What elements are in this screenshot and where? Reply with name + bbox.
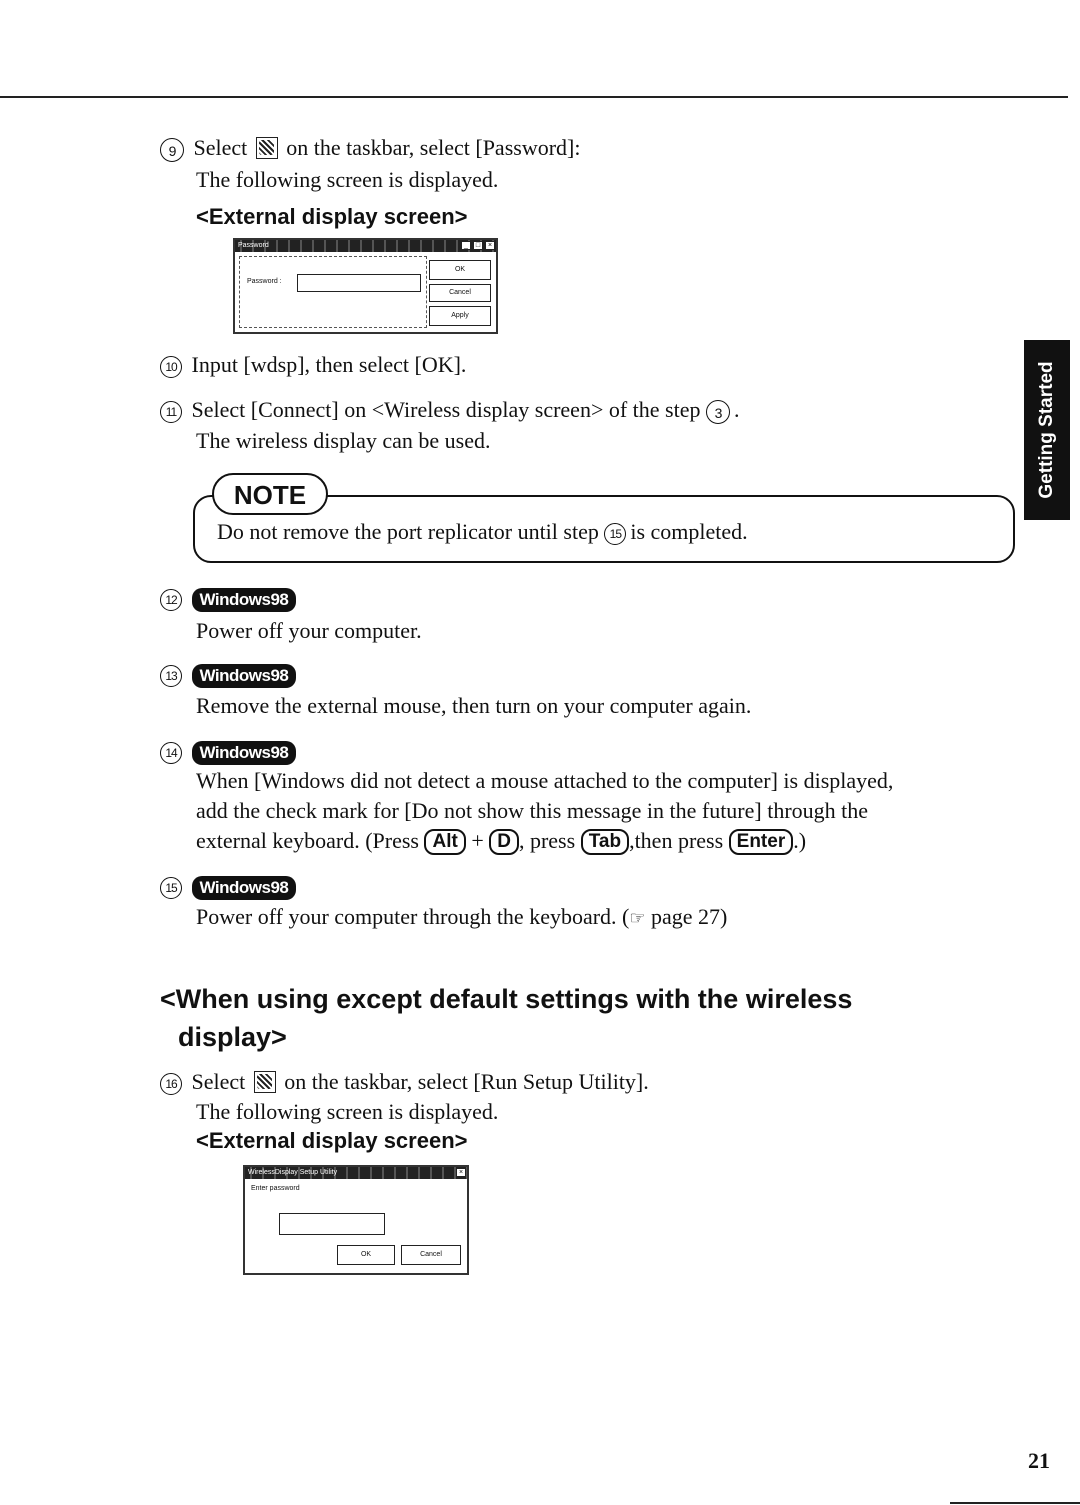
plus-sign: + bbox=[471, 828, 484, 853]
dialog-group bbox=[239, 256, 427, 328]
cancel-button[interactable]: Cancel bbox=[429, 284, 491, 302]
key-tab: Tab bbox=[580, 829, 630, 855]
ok-button[interactable]: OK bbox=[337, 1245, 395, 1265]
side-tab-label: Getting Started bbox=[1036, 361, 1057, 499]
bottom-rule bbox=[950, 1502, 1080, 1504]
step-text: Select [Connect] on <Wireless display sc… bbox=[191, 397, 701, 422]
top-rule bbox=[0, 96, 1068, 98]
step-number: 11 bbox=[160, 400, 182, 423]
step-12-text: Power off your computer. bbox=[196, 618, 422, 643]
windows98-badge: Windows98 bbox=[191, 663, 297, 688]
step-14-line2: add the check mark for [Do not show this… bbox=[196, 798, 869, 823]
step-text: Power off your computer through the keyb… bbox=[196, 904, 630, 929]
step-text: ,then press bbox=[629, 828, 724, 853]
windows98-badge: Windows98 bbox=[191, 875, 297, 900]
step-number: 13 bbox=[160, 664, 182, 687]
windows98-badge: Windows98 bbox=[191, 740, 297, 765]
windows98-badge: Windows98 bbox=[191, 587, 297, 612]
step-text: external keyboard. (Press bbox=[196, 828, 419, 853]
step-15: 15 Windows98 bbox=[160, 871, 297, 901]
close-icon[interactable]: × bbox=[456, 1168, 466, 1177]
setup-utility-dialog: WirelessDisplay Setup Utility × Enter pa… bbox=[243, 1165, 469, 1275]
key-d: D bbox=[489, 829, 519, 855]
password-dialog: Password _ □ × Password : OK Cancel Appl… bbox=[233, 238, 498, 334]
close-icon[interactable]: × bbox=[485, 241, 495, 250]
step-14-line1: When [Windows did not detect a mouse att… bbox=[196, 768, 894, 793]
key-alt: Alt bbox=[424, 829, 466, 855]
step-text: on the taskbar, select [Run Setup Utilit… bbox=[284, 1069, 649, 1094]
step-number: 12 bbox=[160, 588, 182, 611]
step-14-line3: external keyboard. (Press Alt + D, press… bbox=[196, 826, 806, 856]
step-text: .) bbox=[793, 828, 807, 853]
ok-button[interactable]: OK bbox=[429, 260, 491, 280]
step-reference: 3 bbox=[706, 399, 730, 424]
page-reference-link[interactable]: page 27) bbox=[651, 904, 727, 929]
dialog-title: WirelessDisplay Setup Utility bbox=[248, 1169, 338, 1176]
note-text-part: is completed. bbox=[630, 519, 748, 544]
step-16-line2: The following screen is displayed. bbox=[196, 1099, 499, 1124]
step-9: 9 Select on the taskbar, select [Passwor… bbox=[160, 133, 580, 163]
step-15-text: Power off your computer through the keyb… bbox=[196, 902, 727, 933]
step-10: 10 Input [wdsp], then select [OK]. bbox=[160, 350, 466, 380]
dialog-titlebar: WirelessDisplay Setup Utility × bbox=[245, 1167, 467, 1179]
dialog-title: Password bbox=[238, 242, 269, 249]
step-text: on the taskbar, select [Password]: bbox=[286, 135, 581, 160]
step-number: 14 bbox=[160, 741, 182, 764]
step-text: Select bbox=[191, 1069, 246, 1094]
wireless-display-taskbar-icon bbox=[255, 137, 278, 159]
note-badge: NOTE bbox=[212, 473, 328, 515]
note-text: Do not remove the port replicator until … bbox=[217, 517, 748, 547]
subheading-external-display: <External display screen> bbox=[196, 204, 468, 229]
dialog-titlebar: Password _ □ × bbox=[235, 240, 496, 252]
step-text: , press bbox=[518, 828, 576, 853]
section-side-tab: Getting Started bbox=[1024, 340, 1070, 520]
step-reference: 15 bbox=[604, 522, 627, 545]
step-11-line2: The wireless display can be used. bbox=[196, 428, 491, 453]
pointing-hand-icon: ☞ bbox=[629, 908, 646, 928]
step-16: 16 Select on the taskbar, select [Run Se… bbox=[160, 1067, 649, 1097]
step-9-line2: The following screen is displayed. bbox=[196, 167, 499, 192]
subheading-external-display-2: <External display screen> bbox=[196, 1128, 468, 1153]
step-13-text: Remove the external mouse, then turn on … bbox=[196, 693, 752, 718]
minimize-icon[interactable]: _ bbox=[461, 241, 471, 250]
step-number: 10 bbox=[160, 355, 182, 378]
page-number: 21 bbox=[1028, 1448, 1050, 1473]
step-14: 14 Windows98 bbox=[160, 736, 297, 766]
enter-password-label: Enter password bbox=[251, 1185, 300, 1192]
step-13: 13 Windows98 bbox=[160, 659, 297, 689]
step-number: 9 bbox=[160, 137, 184, 162]
section-heading-line1: <When using except default settings with… bbox=[160, 984, 853, 1014]
step-number: 15 bbox=[160, 876, 182, 899]
step-12: 12 Windows98 bbox=[160, 583, 297, 613]
step-text: Input [wdsp], then select [OK]. bbox=[191, 352, 467, 377]
step-text: Select bbox=[193, 135, 248, 160]
password-input[interactable] bbox=[297, 274, 421, 292]
apply-button[interactable]: Apply bbox=[429, 306, 491, 326]
cancel-button[interactable]: Cancel bbox=[401, 1245, 461, 1265]
step-11: 11 Select [Connect] on <Wireless display… bbox=[160, 395, 740, 425]
key-enter: Enter bbox=[728, 829, 794, 855]
step-text-end: . bbox=[734, 397, 740, 422]
password-label: Password : bbox=[247, 278, 282, 285]
maximize-icon[interactable]: □ bbox=[473, 241, 483, 250]
setup-utility-taskbar-icon bbox=[253, 1071, 276, 1093]
password-input[interactable] bbox=[279, 1213, 385, 1235]
note-text-part: Do not remove the port replicator until … bbox=[217, 519, 599, 544]
step-number: 16 bbox=[160, 1072, 182, 1095]
section-heading-line2: display> bbox=[178, 1022, 287, 1052]
